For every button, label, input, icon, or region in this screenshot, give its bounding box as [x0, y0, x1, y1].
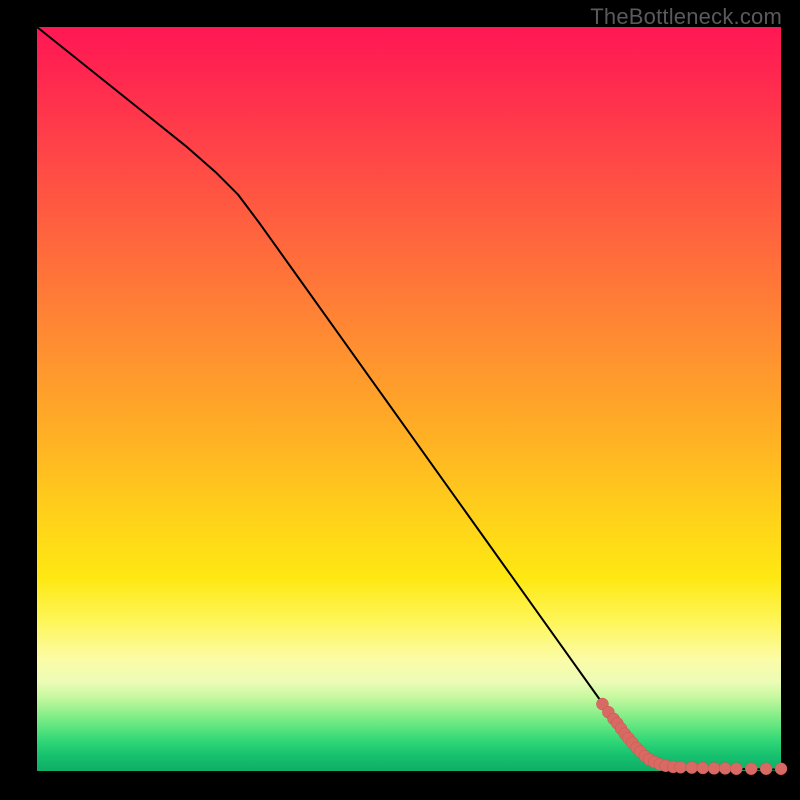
scatter-point — [730, 763, 742, 775]
chart-frame: TheBottleneck.com — [0, 0, 800, 800]
scatter-point — [708, 762, 720, 774]
scatter-point — [745, 763, 757, 775]
curve-line — [37, 27, 781, 770]
scatter-point — [697, 762, 709, 774]
scatter-point — [675, 761, 687, 773]
scatter-group — [596, 698, 787, 775]
chart-overlay — [37, 27, 781, 771]
scatter-point — [686, 762, 698, 774]
scatter-point — [719, 762, 731, 774]
watermark-text: TheBottleneck.com — [590, 4, 782, 30]
scatter-point — [775, 763, 787, 775]
plot-area — [37, 27, 781, 771]
scatter-point — [760, 763, 772, 775]
